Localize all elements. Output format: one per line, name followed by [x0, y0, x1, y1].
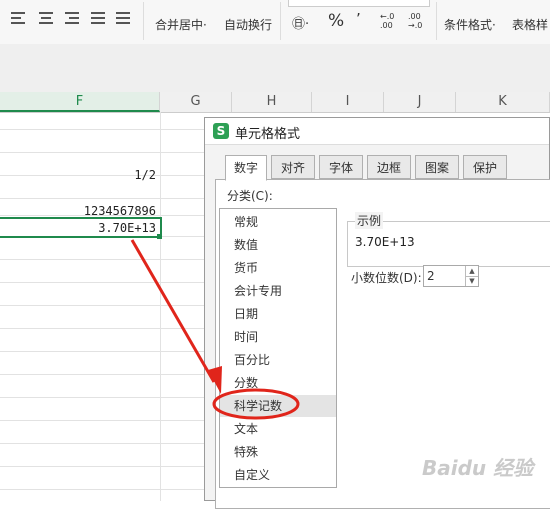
annotation-overlay [130, 239, 300, 420]
red-arrow-head [208, 366, 222, 394]
watermark-logo: Baidu 经验 [422, 456, 534, 480]
red-arrow-line [130, 239, 216, 383]
red-highlight-ellipse [212, 388, 300, 420]
